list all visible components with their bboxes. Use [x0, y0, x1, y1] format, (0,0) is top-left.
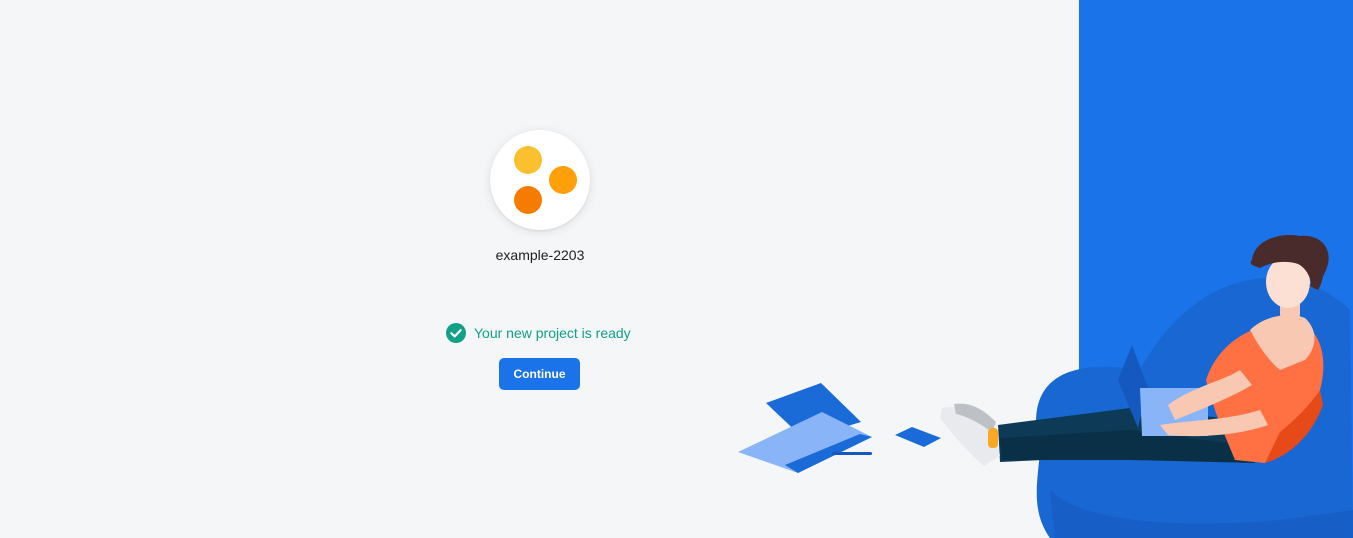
- check-circle-icon: [446, 323, 466, 343]
- project-avatar: [490, 130, 590, 230]
- continue-button[interactable]: Continue: [499, 358, 580, 390]
- project-ready-page: example-2203 Your new project is ready C…: [0, 0, 1353, 538]
- avatar-dot-orange: [549, 166, 577, 194]
- avatar-dot-yellow: [514, 146, 542, 174]
- status-row: Your new project is ready: [446, 322, 631, 344]
- project-name: example-2203: [495, 247, 585, 263]
- avatar-dot-dark-orange: [514, 186, 542, 214]
- person-with-laptop-illustration: [738, 235, 1353, 538]
- status-message: Your new project is ready: [474, 325, 631, 341]
